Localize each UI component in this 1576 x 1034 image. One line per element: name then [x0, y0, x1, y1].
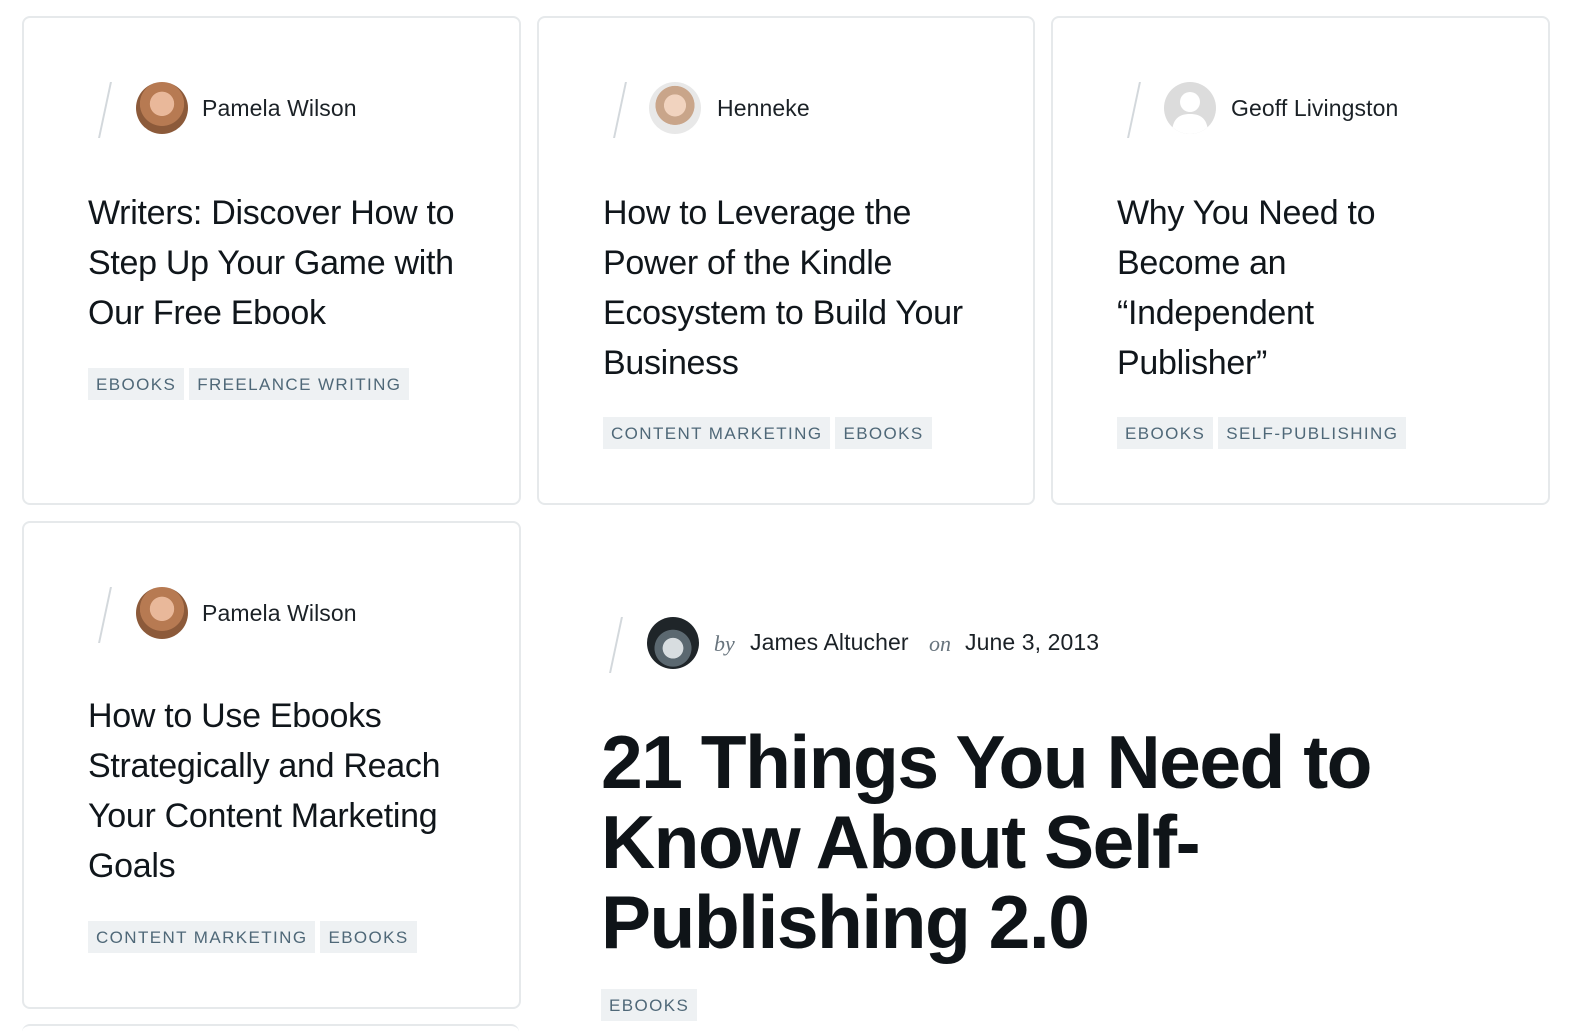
tag-list: CONTENT MARKETING EBOOKS — [88, 921, 417, 953]
tag-link[interactable]: EBOOKS — [88, 368, 185, 400]
author-avatar[interactable] — [136, 82, 188, 134]
divider-slash — [1127, 82, 1141, 138]
post-card[interactable]: Henneke How to Leverage the Power of the… — [537, 16, 1035, 505]
tag-list: EBOOKS — [601, 989, 698, 1021]
post-card[interactable]: Pamela Wilson Writers: Discover How to S… — [22, 16, 521, 505]
on-label: on — [929, 631, 951, 656]
post-card[interactable]: Geoff Livingston Why You Need to Become … — [1051, 16, 1550, 505]
author-name[interactable]: Henneke — [717, 95, 810, 122]
author-avatar[interactable] — [647, 617, 699, 669]
next-card-edge — [22, 1024, 519, 1034]
featured-title[interactable]: 21 Things You Need to Know About Self-Pu… — [601, 722, 1461, 962]
post-card[interactable]: Pamela Wilson How to Use Ebooks Strategi… — [22, 521, 521, 1009]
divider-slash — [613, 82, 627, 138]
tag-list: EBOOKS SELF-PUBLISHING — [1117, 417, 1407, 449]
tag-list: CONTENT MARKETING EBOOKS — [603, 417, 932, 449]
featured-post: by James Altucher on June 3, 2013 21 Thi… — [537, 521, 1550, 1032]
post-title[interactable]: How to Leverage the Power of the Kindle … — [603, 188, 983, 388]
tag-link[interactable]: EBOOKS — [1117, 417, 1214, 449]
tag-link[interactable]: EBOOKS — [601, 989, 698, 1021]
divider-slash — [609, 617, 623, 673]
author-name[interactable]: Pamela Wilson — [202, 600, 357, 627]
tag-link[interactable]: CONTENT MARKETING — [603, 417, 831, 449]
tag-link[interactable]: EBOOKS — [320, 921, 417, 953]
by-label: by — [714, 631, 735, 656]
divider-slash — [98, 587, 112, 643]
author-name[interactable]: Pamela Wilson — [202, 95, 357, 122]
tag-link[interactable]: FREELANCE WRITING — [189, 368, 410, 400]
post-date: June 3, 2013 — [965, 629, 1100, 655]
post-title[interactable]: Writers: Discover How to Step Up Your Ga… — [88, 188, 468, 338]
post-title[interactable]: Why You Need to Become an “Independent P… — [1117, 188, 1417, 388]
tag-link[interactable]: EBOOKS — [835, 417, 932, 449]
divider-slash — [98, 82, 112, 138]
author-name[interactable]: James Altucher — [750, 629, 909, 656]
tag-link[interactable]: SELF-PUBLISHING — [1218, 417, 1407, 449]
author-name[interactable]: Geoff Livingston — [1231, 95, 1398, 122]
tag-link[interactable]: CONTENT MARKETING — [88, 921, 316, 953]
author-avatar[interactable] — [649, 82, 701, 134]
author-avatar[interactable] — [136, 587, 188, 639]
user-silhouette-icon[interactable] — [1164, 82, 1216, 134]
tag-list: EBOOKS FREELANCE WRITING — [88, 368, 410, 400]
post-title[interactable]: How to Use Ebooks Strategically and Reac… — [88, 691, 468, 891]
user-silhouette-icon — [1172, 92, 1208, 134]
